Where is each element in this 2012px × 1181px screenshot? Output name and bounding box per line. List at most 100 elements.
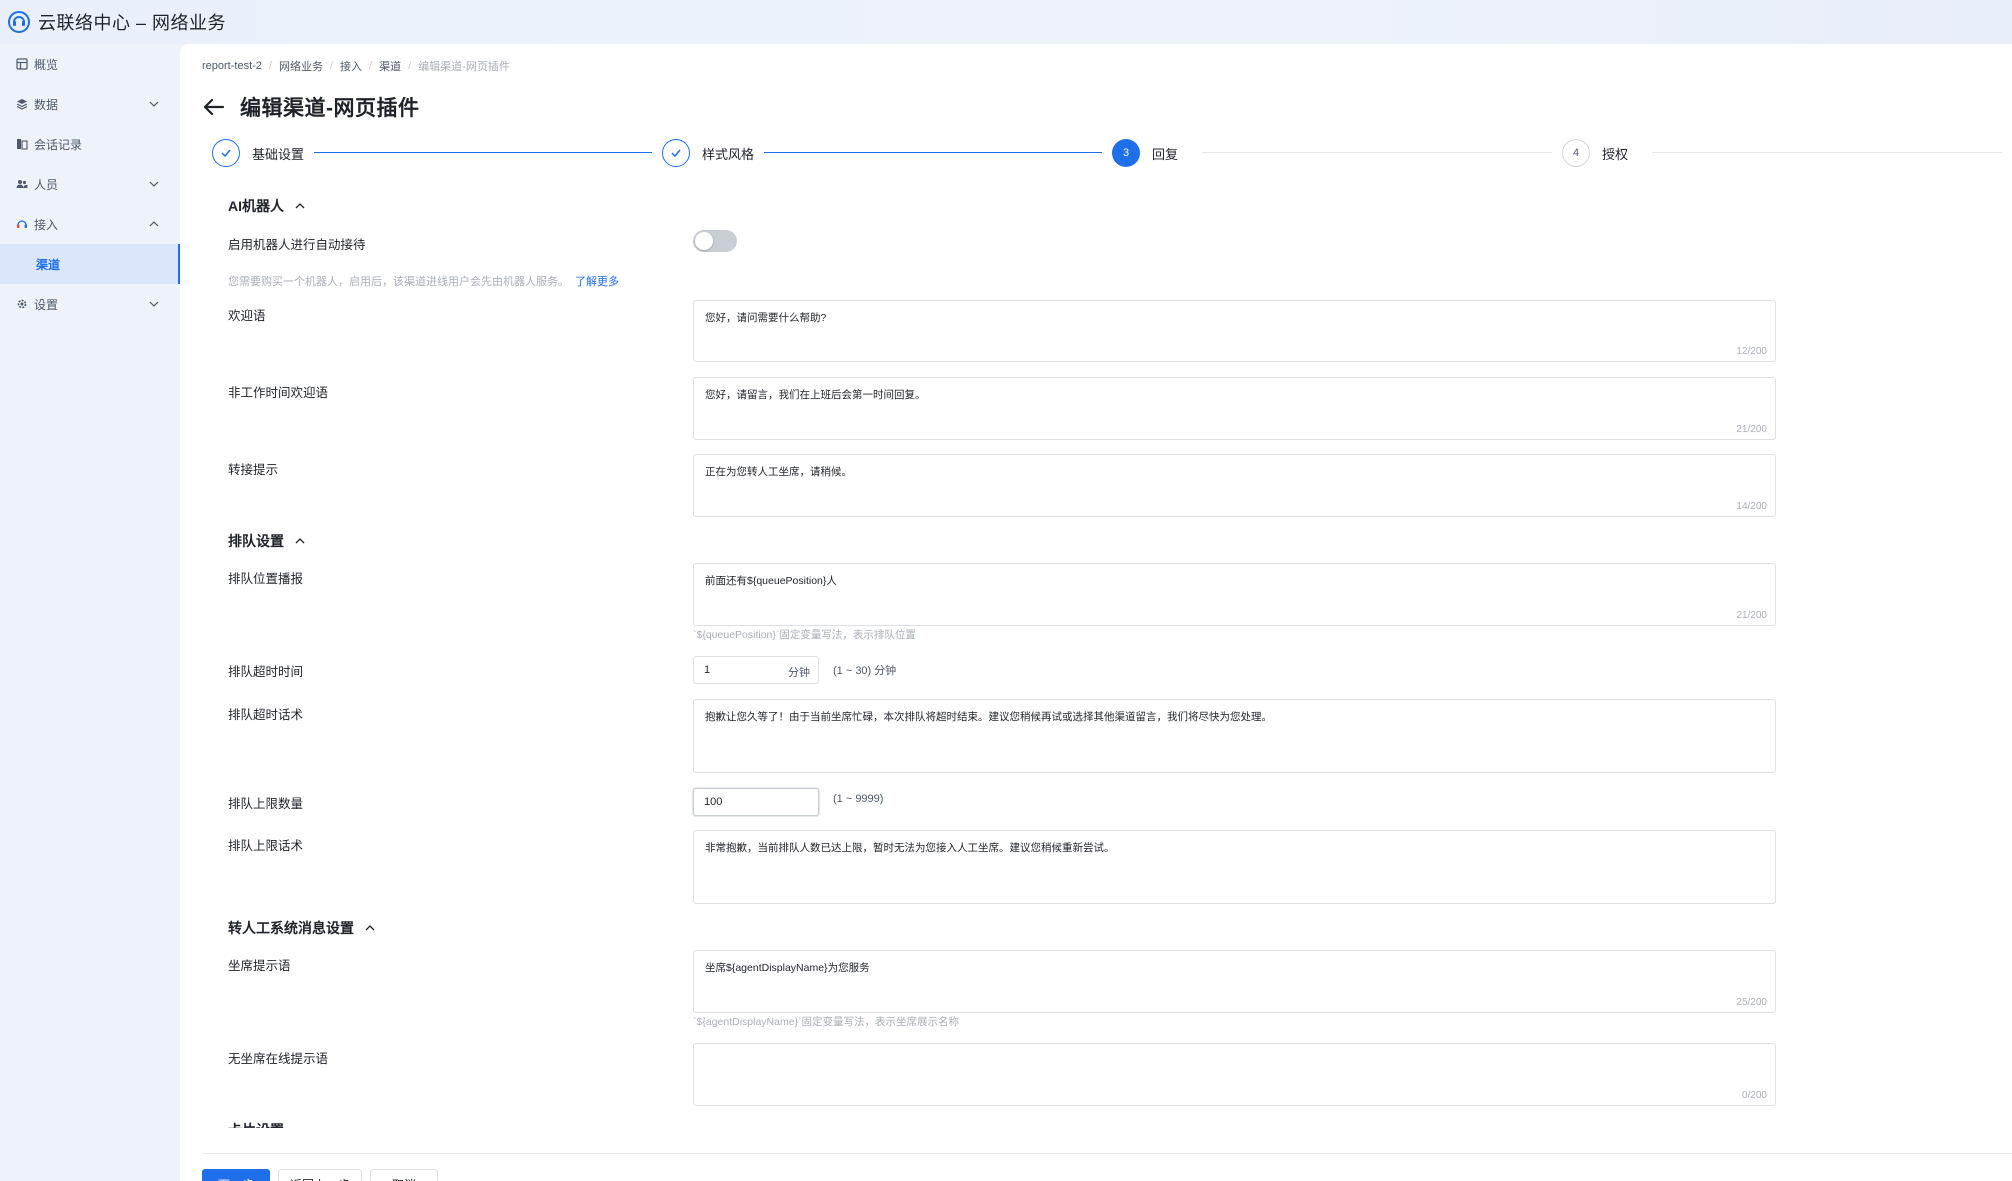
queue-position-textarea[interactable]: 前面还有${queuePosition}人 21/200: [693, 563, 1776, 626]
chevron-down-icon[interactable]: [148, 98, 160, 110]
enable-robot-label: 启用机器人进行自动接待: [228, 238, 366, 252]
queue-limit-input[interactable]: 100: [693, 788, 819, 816]
input-unit: 分钟: [788, 667, 810, 679]
sidebar-item-label: 会话记录: [34, 137, 83, 152]
breadcrumb-separator: /: [408, 60, 412, 72]
breadcrumb-separator: /: [329, 60, 334, 72]
welcome-label: 欢迎语: [228, 309, 266, 323]
step-basic-settings[interactable]: 基础设置: [212, 138, 304, 168]
step-number: 3: [1112, 139, 1140, 167]
agent-prompt-textarea[interactable]: 坐席${agentDisplayName}为您服务 25/200: [693, 950, 1776, 1013]
queue-limit-range: (1 ~ 9999): [833, 793, 884, 805]
no-agent-prompt-label: 无坐席在线提示语: [228, 1052, 329, 1066]
input-value: 100: [704, 796, 723, 808]
char-counter: 12/200: [1736, 346, 1767, 357]
queue-timeout-input[interactable]: 1 分钟: [693, 656, 819, 684]
sidebar-item-label: 渠道: [36, 257, 61, 272]
queue-position-hint: `${queuePosition}`固定变量写法，表示排队位置: [693, 629, 916, 641]
sidebar-item-label: 概览: [34, 57, 59, 72]
step-connector: [1202, 152, 1552, 153]
queue-timeout-label: 排队超时时间: [228, 665, 304, 679]
queue-position-label: 排队位置播报: [228, 572, 304, 586]
enable-robot-toggle[interactable]: [693, 230, 737, 252]
sidebar-item-label: 接入: [34, 217, 59, 232]
step-connector: [314, 152, 652, 153]
sidebar-item-channels[interactable]: 渠道: [0, 244, 180, 284]
breadcrumb: report-test-2 / 网络业务 / 接入 / 渠道 / 编辑渠道-网页…: [202, 58, 510, 74]
sidebar: 概览 数据 会话记录 人员 接入 渠道 设置: [0, 44, 180, 1181]
step-reply[interactable]: 3 回复: [1112, 138, 1178, 168]
agent-prompt-hint: `${agentDisplayName}`固定变量写法，表示坐席展示名称: [693, 1016, 960, 1028]
breadcrumb-item[interactable]: 网络业务: [279, 58, 323, 74]
queue-limit-label: 排队上限数量: [228, 797, 304, 811]
welcome-textarea[interactable]: 您好，请问需要什么帮助? 12/200: [693, 300, 1776, 362]
app-title: 云联络中心 – 网络业务: [38, 13, 227, 33]
layers-icon: [16, 99, 28, 110]
chevron-down-icon[interactable]: [148, 178, 160, 190]
section-title-card-partial: 卡片设置: [228, 1120, 284, 1128]
next-step-button[interactable]: 下一步: [202, 1169, 270, 1181]
previous-step-button[interactable]: 返回上一步: [278, 1169, 362, 1181]
section-title-transfer-system[interactable]: 转人工系统消息设置: [228, 918, 376, 938]
page-header: 编辑渠道-网页插件: [202, 92, 420, 122]
char-counter: 21/200: [1736, 424, 1767, 435]
breadcrumb-separator: /: [369, 60, 373, 72]
section-title-queue[interactable]: 排队设置: [228, 531, 306, 551]
sidebar-item-staff[interactable]: 人员: [0, 164, 180, 204]
chevron-up-icon[interactable]: [364, 922, 376, 934]
footer-divider: [202, 1153, 2012, 1154]
queue-limit-msg-textarea[interactable]: 非常抱歉，当前排队人数已达上限，暂时无法为您接入人工坐席。建议您稍候重新尝试。: [693, 830, 1776, 904]
sidebar-item-data[interactable]: 数据: [0, 84, 180, 124]
offhours-welcome-label: 非工作时间欢迎语: [228, 386, 329, 400]
sidebar-item-label: 人员: [34, 177, 59, 192]
app-logo-icon: [8, 11, 30, 33]
char-counter: 25/200: [1736, 997, 1767, 1008]
step-label: 授权: [1602, 146, 1629, 162]
offhours-welcome-textarea[interactable]: 您好，请留言，我们在上班后会第一时间回复。 21/200: [693, 377, 1776, 440]
cancel-button[interactable]: 取消: [370, 1169, 438, 1181]
step-style[interactable]: 样式风格: [662, 138, 754, 168]
robot-hint-text: 您需要购买一个机器人，启用后，该渠道进线用户会先由机器人服务。: [228, 276, 569, 288]
section-title-text: 排队设置: [228, 533, 284, 549]
char-counter: 0/200: [1741, 1090, 1767, 1101]
back-arrow-icon[interactable]: [202, 95, 226, 119]
textarea-value: 您好，请问需要什么帮助?: [705, 312, 827, 324]
textarea-value: 前面还有${queuePosition}人: [705, 575, 837, 587]
textarea-value: 非常抱歉，当前排队人数已达上限，暂时无法为您接入人工坐席。建议您稍候重新尝试。: [705, 842, 1115, 854]
section-title-ai[interactable]: AI机器人: [228, 196, 306, 216]
stepper: 基础设置 样式风格 3 回复 4 授权: [212, 138, 2002, 178]
chevron-up-icon[interactable]: [294, 200, 306, 212]
breadcrumb-item[interactable]: 渠道: [379, 58, 401, 74]
step-label: 基础设置: [252, 146, 305, 162]
step-check-icon: [662, 139, 690, 167]
section-title-text: AI机器人: [228, 198, 284, 214]
queue-timeout-range: (1 ~ 30) 分钟: [833, 665, 897, 677]
learn-more-link[interactable]: 了解更多: [575, 276, 619, 288]
gear-icon: [17, 299, 27, 309]
char-counter: 21/200: [1736, 610, 1767, 621]
textarea-value: 正在为您转人工坐席，请稍候。: [705, 466, 852, 478]
transfer-hint-textarea[interactable]: 正在为您转人工坐席，请稍候。 14/200: [693, 454, 1776, 517]
robot-hint: 您需要购买一个机器人，启用后，该渠道进线用户会先由机器人服务。 了解更多: [228, 273, 619, 289]
chevron-up-icon[interactable]: [294, 535, 306, 547]
sidebar-item-access[interactable]: 接入: [0, 204, 180, 244]
step-connector: [1652, 152, 2002, 153]
chevron-down-icon[interactable]: [148, 298, 160, 310]
main-content: report-test-2 / 网络业务 / 接入 / 渠道 / 编辑渠道-网页…: [180, 44, 2012, 1181]
queue-timeout-msg-textarea[interactable]: 抱歉让您久等了！由于当前坐席忙碌，本次排队将超时结束。建议您稍候再试或选择其他渠…: [693, 699, 1776, 773]
input-value: 1: [704, 664, 711, 676]
chevron-up-icon[interactable]: [148, 218, 160, 230]
sidebar-item-chat-records[interactable]: 会话记录: [0, 124, 180, 164]
textarea-value: 抱歉让您久等了！由于当前坐席忙碌，本次排队将超时结束。建议您稍候再试或选择其他渠…: [705, 711, 1272, 723]
breadcrumb-current: 编辑渠道-网页插件: [418, 61, 510, 73]
step-authorize[interactable]: 4 授权: [1562, 138, 1628, 168]
step-label: 样式风格: [702, 146, 755, 162]
breadcrumb-item[interactable]: report-test-2: [202, 60, 262, 72]
sidebar-item-overview[interactable]: 概览: [0, 44, 180, 84]
textarea-value: 坐席${agentDisplayName}为您服务: [705, 962, 870, 974]
breadcrumb-item[interactable]: 接入: [340, 58, 362, 74]
sidebar-item-settings[interactable]: 设置: [0, 284, 180, 324]
top-bar: 云联络中心 – 网络业务: [0, 0, 2012, 44]
agent-prompt-label: 坐席提示语: [228, 959, 291, 973]
no-agent-prompt-textarea[interactable]: 0/200: [693, 1043, 1776, 1106]
